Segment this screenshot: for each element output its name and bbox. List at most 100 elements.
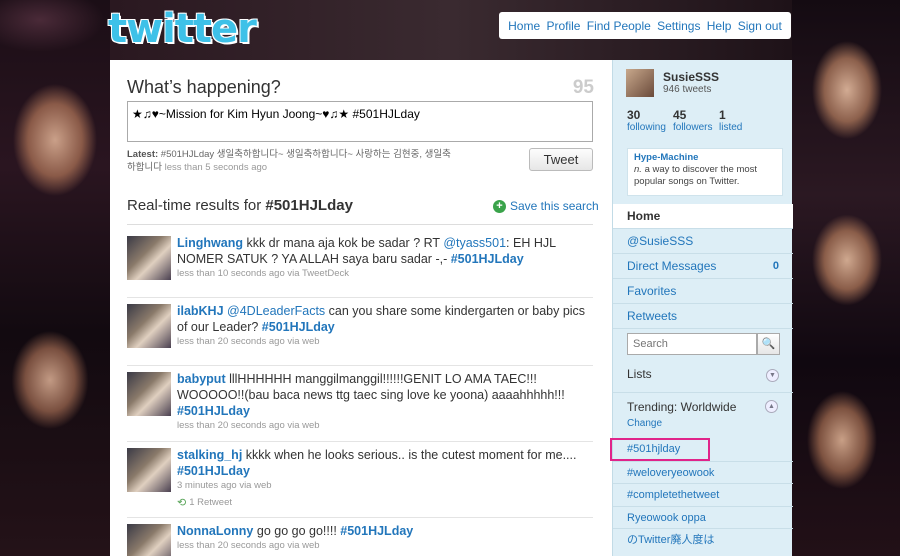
latest-status: Latest: #501HJLday 생일축하합니다~ 생일축하합니다~ 사랑하… [127,148,457,174]
save-search-label: Save this search [510,199,599,213]
plus-icon: + [493,199,506,213]
tweet-meta: less than 20 seconds ago via web [177,336,320,347]
tweet-username[interactable]: Linghwang [177,236,243,250]
stat-number: 30 [627,108,641,122]
results-heading: Real-time results for #501HJLday [127,197,353,214]
tweet-hashtag[interactable]: #501HJLday [262,320,335,334]
tweet-item: babyput lllHHHHHH manggilmanggil!!!!!!GE… [127,366,593,442]
tweet-item: stalking_hj kkkk when he looks serious..… [127,442,593,518]
nav-profile-link[interactable]: Profile [546,19,580,33]
top-nav: Home Profile Find People Settings Help S… [499,12,791,39]
trending-change-link[interactable]: Change [627,418,662,429]
tweet-button[interactable]: Tweet [529,148,593,171]
chevron-up-icon[interactable]: ▲ [765,400,778,413]
avatar[interactable] [127,524,171,556]
avatar[interactable] [127,236,171,280]
latest-label: Latest: [127,149,159,160]
trend-item[interactable]: のTwitter廃人度は [613,528,793,551]
trending-title: Trending: Worldwide [627,400,737,414]
profile-avatar[interactable] [626,69,654,97]
tweet-item: ilabKHJ @4DLeaderFacts can you share som… [127,298,593,366]
lists-section-toggle[interactable]: Lists ▼ [627,367,779,385]
tweet-meta: less than 20 seconds ago via web [177,540,320,551]
tweet-text-part: go go go go!!!! [253,524,341,538]
tweet-text: ilabKHJ @4DLeaderFacts can you share som… [177,303,587,349]
save-search-link[interactable]: + Save this search [493,199,599,213]
sidebar-item-home[interactable]: Home [613,204,793,229]
nav-home-link[interactable]: Home [508,19,540,33]
background-photo-left [0,0,110,556]
lists-label: Lists [627,367,652,381]
sidebar-item-label: Retweets [627,309,678,323]
trending-list: #501hjlday #weloveryeowook #completethet… [610,438,793,551]
status-textarea[interactable]: ★♫♥~Mission for Kim Hyun Joong~♥♫★ #501H… [127,101,593,142]
avatar[interactable] [127,304,171,348]
tweet-mention[interactable]: @tyass501 [443,236,506,250]
trend-item[interactable]: Ryeowook oppa [613,505,793,529]
stat-number: 45 [673,108,687,122]
tweet-username[interactable]: NonnaLonny [177,524,253,538]
tweet-hashtag[interactable]: #501HJLday [177,464,250,478]
sidebar: SusieSSS 946 tweets 30 following 45 foll… [610,60,793,556]
nav-sign-out-link[interactable]: Sign out [738,19,782,33]
tweet-meta: 3 minutes ago via web [177,480,272,491]
profile-stats: 30 following 45 followers 1 listed [627,108,765,133]
profile-tweet-count: 946 tweets [663,84,712,95]
compose-title: What’s happening? [127,77,281,97]
tweet-text: stalking_hj kkkk when he looks serious..… [177,447,587,511]
trend-item[interactable]: #501hjlday [610,438,710,461]
tweet-username[interactable]: babyput [177,372,226,386]
tweet-text-part: kkkk when he looks serious.. is the cute… [242,448,577,462]
trend-item[interactable]: #completethetweet [613,483,793,506]
nav-settings-link[interactable]: Settings [657,19,700,33]
tweet-mention[interactable]: @4DLeaderFacts [227,304,325,318]
divider [613,392,793,393]
character-counter: 95 [572,77,594,98]
avatar[interactable] [127,372,171,416]
sidebar-item-direct-messages[interactable]: Direct Messages 0 [613,254,793,279]
results-prefix: Real-time results for [127,197,266,214]
promo-description: n. a way to discover the most popular so… [634,164,757,187]
chevron-down-icon[interactable]: ▼ [766,369,779,382]
avatar[interactable] [127,448,171,492]
search-icon: 🔍 [761,338,776,350]
main-content: What’s happening? 95 ★♫♥~Mission for Kim… [110,60,612,556]
sidebar-item-label: Direct Messages [627,259,717,273]
stat-number: 1 [719,108,726,122]
tweet-hashtag[interactable]: #501HJLday [451,252,524,266]
promo-box[interactable]: Hype-Machine n. a way to discover the mo… [627,148,783,196]
stat-followers[interactable]: 45 followers [673,108,719,133]
stat-label: followers [673,122,713,133]
search-input[interactable] [627,333,757,355]
retweet-icon: ⟲ [177,497,187,509]
sidebar-item-mentions[interactable]: @SusieSSS [613,229,793,254]
tweet-text: NonnaLonny go go go go!!!! #501HJLday le… [177,523,587,553]
twitter-logo[interactable]: twitter [108,6,257,52]
trend-item[interactable]: #weloveryeowook [613,460,793,484]
promo-n: n. [634,164,642,175]
sidebar-item-label: Favorites [627,284,677,298]
search-button[interactable]: 🔍 [757,333,780,355]
tweet-text-part: kkk dr mana aja kok be sadar ? RT [242,236,444,250]
results-query: #501HJLday [265,197,353,214]
sidebar-item-label: Home [627,209,661,223]
nav-find-people-link[interactable]: Find People [587,19,651,33]
tweet-text-part: lllHHHHHH manggilmanggil!!!!!!GENIT LO A… [177,372,565,402]
tweet-meta: less than 10 seconds ago via TweetDeck [177,268,349,279]
tweet-text: babyput lllHHHHHH manggilmanggil!!!!!!GE… [177,371,587,433]
stat-listed[interactable]: 1 listed [719,108,765,133]
profile-name[interactable]: SusieSSS [663,70,719,84]
tweet-meta: less than 20 seconds ago via web [177,420,320,431]
nav-help-link[interactable]: Help [707,19,732,33]
sidebar-item-favorites[interactable]: Favorites [613,279,793,304]
sidebar-item-retweets[interactable]: Retweets [613,304,793,329]
promo-title[interactable]: Hype-Machine [634,152,776,164]
tweet-text: Linghwang kkk dr mana aja kok be sadar ?… [177,235,587,281]
tweet-hashtag[interactable]: #501HJLday [340,524,413,538]
stat-following[interactable]: 30 following [627,108,673,133]
tweet-hashtag[interactable]: #501HJLday [177,404,250,418]
tweet-username[interactable]: stalking_hj [177,448,242,462]
stat-label: listed [719,122,743,133]
sidebar-nav: Home @SusieSSS Direct Messages 0 Favorite… [613,204,793,329]
tweet-username[interactable]: ilabKHJ [177,304,224,318]
